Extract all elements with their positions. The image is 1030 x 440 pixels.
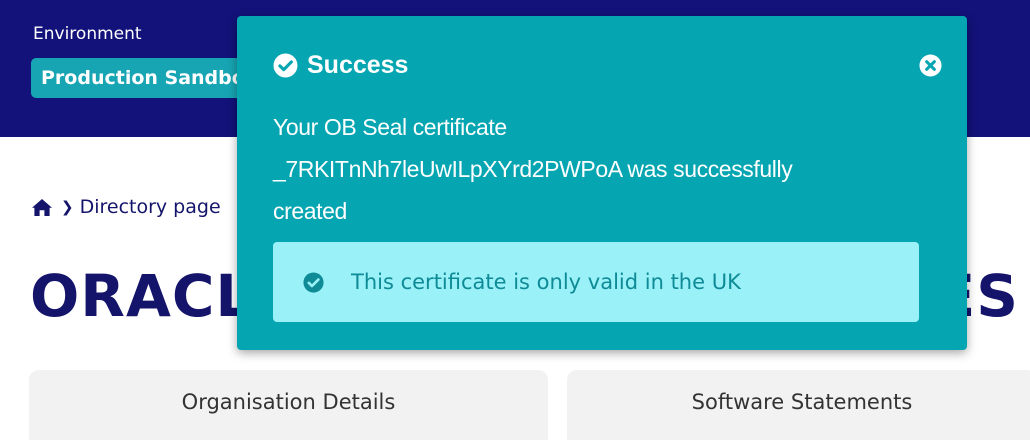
toast-message: Your OB Seal certificate _7RKITnNh7leUwI… — [273, 106, 943, 232]
environment-select[interactable]: Production Sandbox — [31, 58, 261, 98]
breadcrumb-item-directory[interactable]: Directory page — [80, 196, 221, 218]
close-circle-icon[interactable] — [919, 54, 942, 77]
check-circle-icon — [273, 53, 307, 78]
notice-text: This certificate is only valid in the UK — [351, 270, 741, 294]
toast-message-line: created — [273, 198, 347, 224]
check-circle-icon — [303, 271, 351, 293]
chevron-right-icon: ❯ — [61, 198, 74, 216]
toast-heading: Success — [273, 51, 408, 80]
home-icon[interactable] — [31, 198, 53, 217]
tab-organisation-details[interactable]: Organisation Details — [29, 370, 548, 440]
success-toast: Success Your OB Seal certificate _7RKITn… — [237, 16, 967, 350]
environment-label: Environment — [33, 24, 142, 44]
toast-message-line: Your OB Seal certificate — [273, 114, 507, 140]
breadcrumb: ❯ Directory page — [31, 196, 221, 218]
toast-title: Success — [307, 51, 409, 79]
toast-message-line: _7RKITnNh7leUwILpXYrd2PWPoA was successf… — [273, 156, 793, 182]
certificate-notice: This certificate is only valid in the UK — [273, 242, 919, 322]
tab-software-statements[interactable]: Software Statements — [567, 370, 1030, 440]
